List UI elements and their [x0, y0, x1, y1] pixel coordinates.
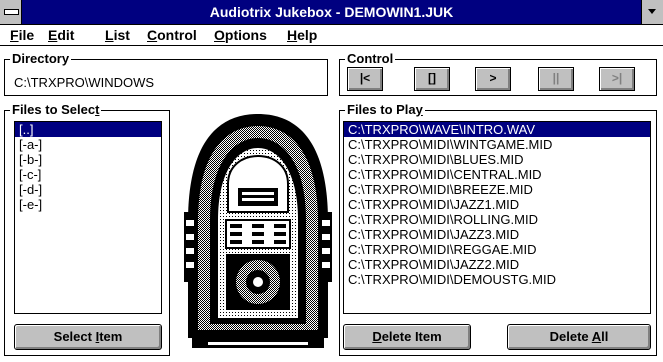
- play-list-item[interactable]: C:\TRXPRO\MIDI\ROLLING.MID: [344, 212, 650, 227]
- delete-all-pre: Delete: [549, 329, 592, 344]
- minimize-button[interactable]: [641, 0, 663, 24]
- files-to-select-label-key: t: [95, 102, 100, 117]
- directory-group: Directory C:\TRXPRO\WINDOWS: [4, 51, 328, 96]
- files-to-select-list[interactable]: [..] [-a-] [-b-] [-c-] [-d-] [-e-]: [14, 121, 162, 314]
- menu-bar: File Edit List Control Options Help: [0, 25, 663, 46]
- menu-options[interactable]: Options: [214, 26, 267, 44]
- menu-control[interactable]: Control: [147, 26, 197, 44]
- menu-help-post: elp: [297, 27, 318, 43]
- files-to-play-label-key: y: [415, 102, 423, 117]
- files-to-select-label-pre: Files to Selec: [12, 102, 96, 117]
- directory-path: C:\TRXPRO\WINDOWS: [14, 75, 155, 90]
- menu-list[interactable]: List: [105, 26, 130, 44]
- select-list-item[interactable]: [..]: [15, 122, 161, 137]
- delete-item-key: D: [372, 329, 382, 344]
- delete-item-button[interactable]: Delete Item: [343, 324, 471, 350]
- stop-button[interactable]: []: [414, 67, 450, 91]
- delete-item-post: elete Item: [381, 329, 442, 344]
- menu-list-key: L: [105, 27, 114, 43]
- play-list-item[interactable]: C:\TRXPRO\MIDI\DEMOUSTG.MID: [344, 272, 650, 287]
- previous-icon: |<: [359, 71, 371, 85]
- play-list-item[interactable]: C:\TRXPRO\MIDI\BLUES.MID: [344, 152, 650, 167]
- menu-file[interactable]: File: [10, 26, 34, 44]
- directory-label: Directory: [10, 51, 72, 67]
- files-to-select-label: Files to Select: [10, 102, 102, 118]
- pause-button[interactable]: ||: [538, 67, 574, 91]
- delete-all-button[interactable]: Delete All: [507, 324, 651, 350]
- menu-list-post: ist: [113, 27, 130, 43]
- play-list-item[interactable]: C:\TRXPRO\MIDI\BREEZE.MID: [344, 182, 650, 197]
- select-item-pre: Select: [53, 329, 96, 344]
- menu-edit-key: E: [48, 27, 58, 43]
- next-track-button[interactable]: >|: [599, 67, 635, 91]
- system-menu-icon: [4, 9, 19, 15]
- play-list-item[interactable]: C:\TRXPRO\MIDI\JAZZ2.MID: [344, 257, 650, 272]
- pause-icon: ||: [552, 71, 560, 85]
- play-icon: >: [489, 71, 497, 85]
- next-icon: >|: [611, 71, 623, 85]
- menu-options-post: ptions: [224, 27, 267, 43]
- minimize-arrow-icon: [648, 9, 656, 14]
- select-item-button[interactable]: Select Item: [14, 324, 162, 350]
- select-item-post: tem: [99, 329, 123, 344]
- select-list-item[interactable]: [-d-]: [15, 182, 161, 197]
- play-list-item[interactable]: C:\TRXPRO\MIDI\REGGAE.MID: [344, 242, 650, 257]
- window-title: Audiotrix Jukebox - DEMOWIN1.JUK: [209, 4, 454, 20]
- control-label: Control: [345, 51, 396, 67]
- menu-help-key: H: [287, 27, 298, 43]
- stop-icon: []: [428, 71, 436, 85]
- delete-all-key: A: [591, 329, 602, 344]
- play-list-item[interactable]: C:\TRXPRO\MIDI\JAZZ3.MID: [344, 227, 650, 242]
- select-list-item[interactable]: [-e-]: [15, 197, 161, 212]
- menu-file-post: ile: [18, 27, 35, 43]
- select-list-item[interactable]: [-b-]: [15, 152, 161, 167]
- delete-all-post: ll: [601, 329, 609, 344]
- menu-help[interactable]: Help: [287, 26, 317, 44]
- files-to-play-label-pre: Files to Pla: [347, 102, 416, 117]
- menu-control-post: ontrol: [157, 27, 197, 43]
- play-list-item[interactable]: C:\TRXPRO\MIDI\WINTGAME.MID: [344, 137, 650, 152]
- menu-control-key: C: [147, 27, 158, 43]
- play-button[interactable]: >: [475, 67, 511, 91]
- play-list-item[interactable]: C:\TRXPRO\WAVE\INTRO.WAV: [344, 122, 650, 137]
- menu-edit[interactable]: Edit: [48, 26, 74, 44]
- title-bar[interactable]: Audiotrix Jukebox - DEMOWIN1.JUK: [0, 0, 663, 25]
- files-to-play-list[interactable]: C:\TRXPRO\WAVE\INTRO.WAV C:\TRXPRO\MIDI\…: [343, 121, 651, 314]
- menu-options-key: O: [214, 27, 225, 43]
- play-list-item[interactable]: C:\TRXPRO\MIDI\CENTRAL.MID: [344, 167, 650, 182]
- previous-track-button[interactable]: |<: [347, 67, 383, 91]
- select-list-item[interactable]: [-c-]: [15, 167, 161, 182]
- play-list-item[interactable]: C:\TRXPRO\MIDI\JAZZ1.MID: [344, 197, 650, 212]
- files-to-play-label: Files to Play: [345, 102, 425, 118]
- select-list-item[interactable]: [-a-]: [15, 137, 161, 152]
- system-menu-button[interactable]: [0, 0, 22, 24]
- jukebox-illustration: [184, 114, 332, 348]
- menu-file-key: F: [10, 27, 19, 43]
- menu-edit-post: dit: [57, 27, 75, 43]
